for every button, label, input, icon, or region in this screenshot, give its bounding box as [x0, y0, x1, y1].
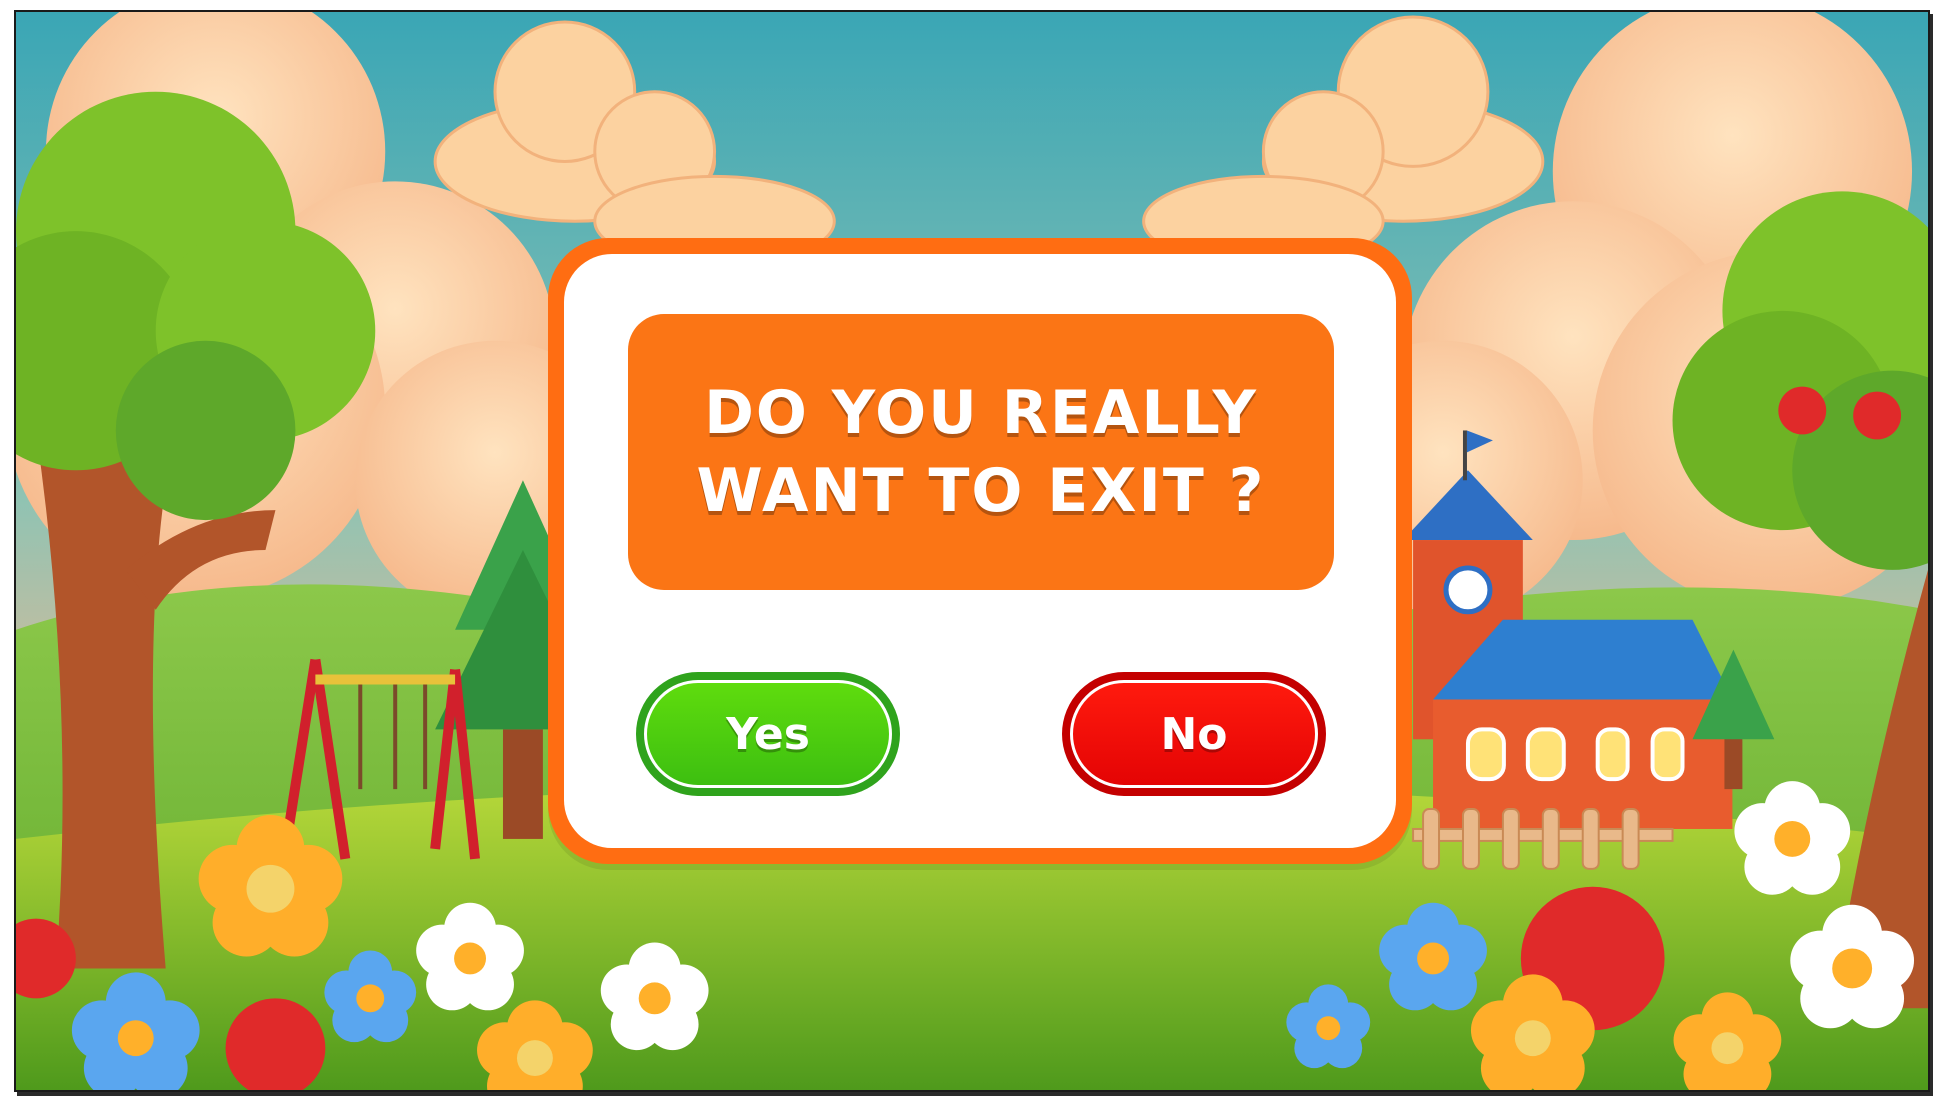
game-screen: DO YOU REALLY WANT TO EXIT ? Yes No [14, 10, 1930, 1092]
modal-overlay: DO YOU REALLY WANT TO EXIT ? Yes No [16, 12, 1928, 1090]
exit-dialog: DO YOU REALLY WANT TO EXIT ? Yes No [548, 238, 1412, 864]
no-button-label: No [1160, 708, 1228, 760]
no-button[interactable]: No [1062, 672, 1326, 796]
dialog-title-line1: DO YOU REALLY [704, 378, 1258, 448]
yes-button-label: Yes [726, 708, 810, 760]
dialog-title-line2: WANT TO EXIT ? [696, 456, 1266, 526]
dialog-title-banner: DO YOU REALLY WANT TO EXIT ? [628, 314, 1334, 590]
yes-button[interactable]: Yes [636, 672, 900, 796]
dialog-panel: DO YOU REALLY WANT TO EXIT ? Yes No [564, 254, 1396, 848]
